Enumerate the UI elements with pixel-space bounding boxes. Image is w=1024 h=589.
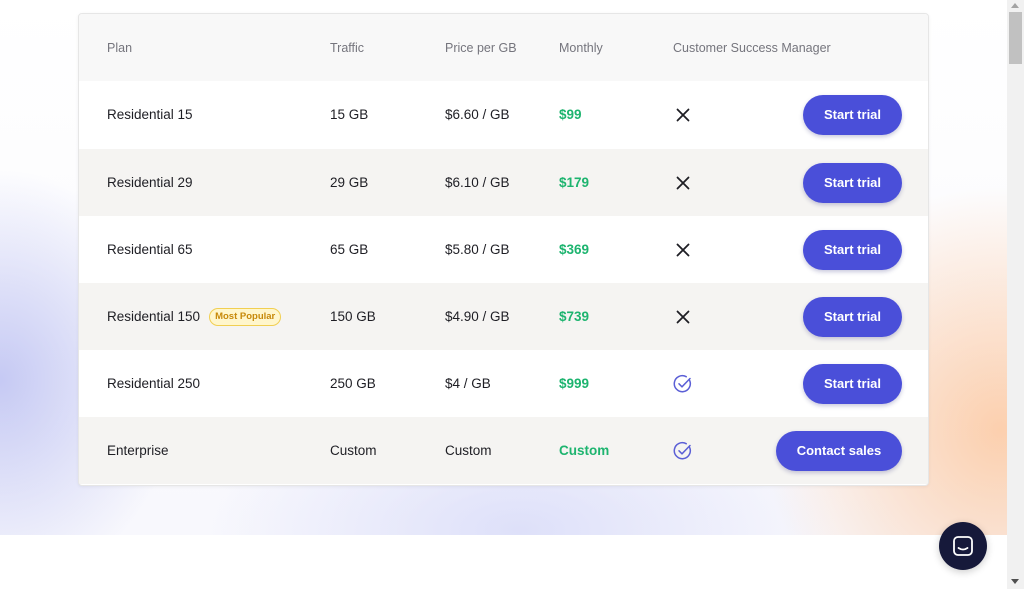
table-row: Residential 65 65 GB $5.80 / GB $369 Sta…	[79, 216, 928, 283]
plan-name: Residential 150	[107, 309, 201, 324]
table-row: Enterprise Custom Custom Custom Contact …	[79, 417, 928, 484]
contact-sales-button[interactable]: Contact sales	[776, 430, 902, 471]
most-popular-badge: Most Popular	[209, 307, 282, 326]
price-value: $4.90 / GB	[445, 309, 510, 324]
header-customer-success-manager: Customer Success Manager	[673, 40, 831, 55]
pricing-table: Plan Traffic Price per GB Monthly Custom…	[78, 13, 929, 486]
x-icon	[673, 105, 693, 125]
vertical-scrollbar[interactable]	[1007, 0, 1024, 589]
x-icon	[673, 307, 693, 327]
x-icon	[673, 173, 693, 193]
start-trial-button[interactable]: Start trial	[803, 94, 902, 135]
monthly-value: $179	[559, 175, 590, 190]
traffic-value: 150 GB	[330, 309, 376, 324]
traffic-value: 29 GB	[330, 175, 369, 190]
header-monthly: Monthly	[559, 40, 603, 55]
csm-cell	[673, 417, 693, 484]
monthly-value: $999	[559, 376, 590, 391]
chat-bubble-icon	[952, 535, 974, 557]
traffic-value: Custom	[330, 443, 377, 458]
csm-cell	[673, 216, 693, 283]
check-circle-icon	[673, 374, 693, 394]
price-value: $6.60 / GB	[445, 107, 510, 122]
traffic-value: 250 GB	[330, 376, 376, 391]
table-row: Residential 29 29 GB $6.10 / GB $179 Sta…	[79, 149, 928, 216]
check-circle-icon	[673, 441, 693, 461]
plan-name: Residential 250	[107, 376, 201, 391]
table-row: Residential 15 15 GB $6.60 / GB $99 Star…	[79, 81, 928, 148]
start-trial-button[interactable]: Start trial	[803, 162, 902, 203]
traffic-value: 65 GB	[330, 242, 369, 257]
table-row: Residential 150 Most Popular 150 GB $4.9…	[79, 283, 928, 350]
plan-name: Residential 29	[107, 175, 193, 190]
scroll-down-arrow-icon[interactable]	[1011, 579, 1019, 584]
page-section-below	[0, 535, 1007, 589]
header-plan: Plan	[107, 40, 133, 55]
csm-cell	[673, 350, 693, 417]
price-value: $4 / GB	[445, 376, 491, 391]
scrollbar-thumb[interactable]	[1009, 12, 1022, 64]
start-trial-button[interactable]: Start trial	[803, 229, 902, 270]
price-value: $6.10 / GB	[445, 175, 510, 190]
price-value: Custom	[445, 443, 492, 458]
header-price-per-gb: Price per GB	[445, 40, 517, 55]
plan-name: Residential 65	[107, 242, 193, 257]
monthly-value: $99	[559, 107, 582, 122]
scroll-up-arrow-icon[interactable]	[1011, 3, 1019, 8]
plan-name: Residential 15	[107, 107, 193, 122]
plan-name: Enterprise	[107, 443, 169, 458]
traffic-value: 15 GB	[330, 107, 369, 122]
csm-cell	[673, 149, 693, 216]
csm-cell	[673, 81, 693, 148]
plan-name-cell: Residential 150 Most Popular	[107, 283, 282, 350]
monthly-value: $369	[559, 242, 590, 257]
monthly-value: $739	[559, 309, 590, 324]
csm-cell	[673, 283, 693, 350]
start-trial-button[interactable]: Start trial	[803, 363, 902, 404]
x-icon	[673, 240, 693, 260]
table-header-row: Plan Traffic Price per GB Monthly Custom…	[79, 14, 928, 81]
table-row: Residential 250 250 GB $4 / GB $999 Star…	[79, 350, 928, 417]
price-value: $5.80 / GB	[445, 242, 510, 257]
chat-launcher-button[interactable]	[939, 522, 987, 570]
header-traffic: Traffic	[330, 40, 365, 55]
start-trial-button[interactable]: Start trial	[803, 296, 902, 337]
monthly-value: Custom	[559, 443, 610, 458]
